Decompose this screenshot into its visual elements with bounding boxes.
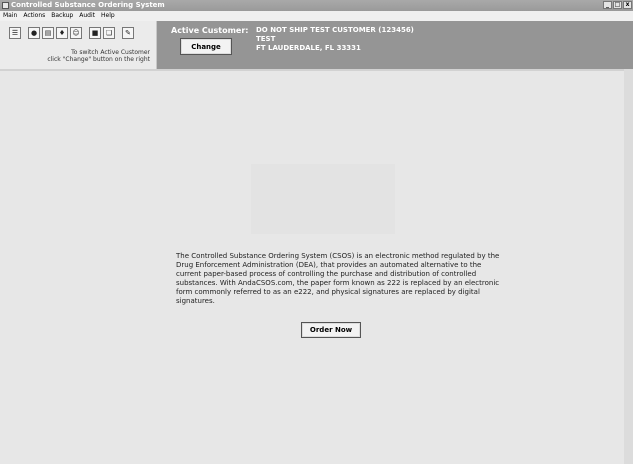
- menu-main[interactable]: Main: [0, 11, 20, 21]
- title-bar: Controlled Substance Ordering System _ □…: [0, 0, 633, 11]
- maximize-button[interactable]: □: [613, 1, 622, 9]
- copy-icon[interactable]: ❏: [103, 27, 115, 39]
- hint-line-1: To switch Active Customer: [71, 49, 150, 56]
- customer-line-2: TEST: [256, 35, 276, 43]
- users-icon[interactable]: ☺: [70, 27, 82, 39]
- menu-actions[interactable]: Actions: [20, 11, 48, 21]
- close-button[interactable]: x: [623, 1, 632, 9]
- logo-placeholder: [251, 164, 395, 234]
- globe-icon[interactable]: ●: [28, 27, 40, 39]
- order-icon[interactable]: ☰: [9, 27, 21, 39]
- switch-customer-hint: To switch Active Customer click "Change"…: [10, 49, 150, 63]
- csos-description: The Controlled Substance Ordering System…: [176, 252, 500, 305]
- app-icon: [2, 2, 9, 9]
- toolbar: ☰ ● ▤ ♦ ☺ ■ ❏ ✎ To switch Active Custome…: [0, 21, 157, 69]
- active-customer-label: Active Customer:: [171, 26, 249, 35]
- customer-location: FT LAUDERDALE, FL 33331: [256, 44, 361, 52]
- change-customer-button[interactable]: Change: [180, 38, 232, 55]
- customer-info: DO NOT SHIP TEST CUSTOMER (123456) TEST …: [256, 26, 414, 53]
- menu-bar: Main Actions Backup Audit Help: [0, 11, 633, 21]
- signature-icon[interactable]: ✎: [122, 27, 134, 39]
- customer-name: DO NOT SHIP TEST CUSTOMER (123456): [256, 26, 414, 34]
- window-controls: _ □ x: [603, 1, 632, 9]
- active-customer-bar: Active Customer: DO NOT SHIP TEST CUSTOM…: [157, 21, 633, 69]
- menu-audit[interactable]: Audit: [76, 11, 98, 21]
- menu-backup[interactable]: Backup: [48, 11, 76, 21]
- window-title: Controlled Substance Ordering System: [11, 1, 165, 9]
- hint-line-2: click "Change" button on the right: [47, 56, 150, 63]
- handshake-icon[interactable]: ♦: [56, 27, 68, 39]
- menu-help[interactable]: Help: [98, 11, 118, 21]
- document-icon[interactable]: ▤: [42, 27, 54, 39]
- disk-icon[interactable]: ■: [89, 27, 101, 39]
- minimize-button[interactable]: _: [603, 1, 612, 9]
- content-edge: [624, 69, 633, 464]
- order-now-button[interactable]: Order Now: [301, 322, 361, 338]
